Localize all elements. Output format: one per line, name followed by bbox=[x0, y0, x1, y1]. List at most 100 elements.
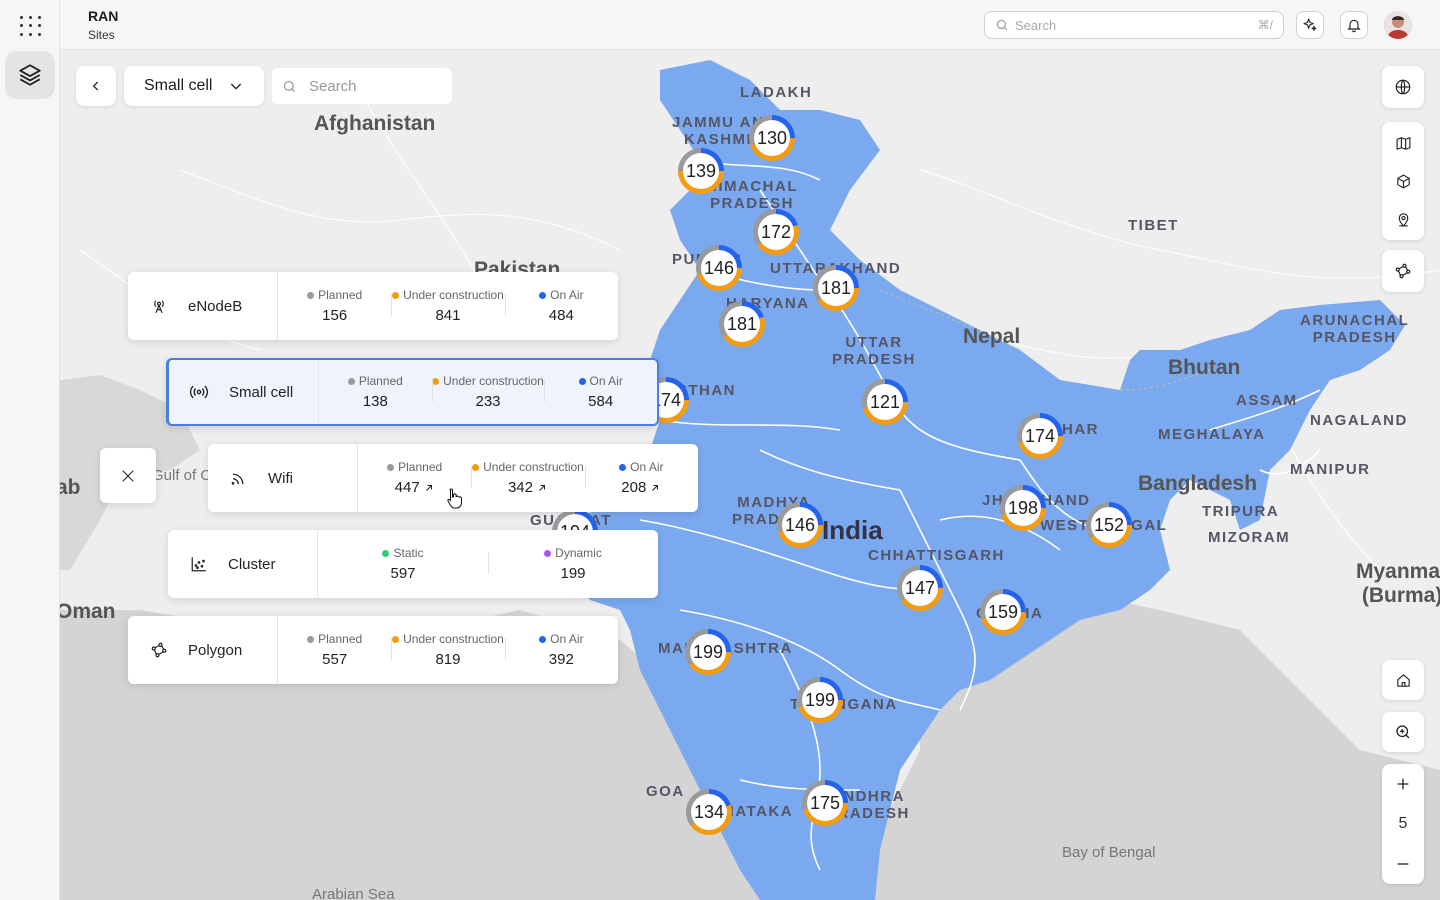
label-tripura: TRIPURA bbox=[1202, 503, 1280, 520]
label-meghalaya: MEGHALAYA bbox=[1158, 426, 1266, 443]
stat-static: Static 597 bbox=[318, 546, 488, 582]
notifications-button[interactable] bbox=[1340, 11, 1368, 39]
stat-planned: Planned 557 bbox=[278, 632, 391, 668]
site-cluster-marker[interactable]: 199 bbox=[797, 677, 843, 723]
stat-on-air: On Air 392 bbox=[504, 632, 618, 668]
global-search-placeholder: Search bbox=[1015, 17, 1057, 33]
layer-card-small-cell[interactable]: Small cell Planned 138 Under construction… bbox=[166, 358, 659, 426]
zoom-controls: 5 bbox=[1382, 764, 1424, 884]
home-control[interactable] bbox=[1382, 660, 1424, 700]
site-cluster-marker[interactable]: 130 bbox=[749, 115, 795, 161]
stat-on-air: On Air 484 bbox=[504, 288, 618, 324]
apps-grid-icon[interactable] bbox=[16, 12, 44, 40]
label-manipur: MANIPUR bbox=[1290, 461, 1371, 478]
zoom-level: 5 bbox=[1398, 815, 1408, 832]
chevron-left-icon bbox=[92, 81, 99, 91]
site-cluster-marker[interactable]: 159 bbox=[980, 589, 1026, 635]
marker-count: 121 bbox=[867, 384, 903, 420]
layer-card-head: Polygon bbox=[128, 616, 278, 684]
label-nagaland: NAGALAND bbox=[1310, 412, 1408, 429]
site-cluster-marker[interactable]: 121 bbox=[862, 379, 908, 425]
marker-count: 146 bbox=[701, 250, 737, 286]
layers-icon[interactable] bbox=[5, 51, 55, 99]
marker-count: 199 bbox=[690, 634, 726, 670]
top-bar: RAN Sites Search ⌘/ bbox=[60, 0, 1440, 50]
layer-type-select[interactable]: Small cell bbox=[124, 66, 264, 106]
marker-count: 199 bbox=[802, 682, 838, 718]
site-cluster-marker[interactable]: 175 bbox=[802, 780, 848, 826]
user-avatar[interactable] bbox=[1384, 11, 1412, 39]
app-title: RAN bbox=[88, 8, 119, 24]
marker-count: 181 bbox=[818, 270, 854, 306]
site-cluster-marker[interactable]: 181 bbox=[813, 265, 859, 311]
label-arabian-sea: Arabian Sea bbox=[312, 886, 395, 900]
stat-on-air[interactable]: On Air 208 bbox=[584, 460, 698, 496]
label-goa: GOA bbox=[646, 783, 685, 800]
marker-count: 147 bbox=[902, 570, 938, 606]
marker-count: 152 bbox=[1091, 507, 1127, 543]
ai-sparkle-button[interactable] bbox=[1296, 11, 1324, 39]
site-cluster-marker[interactable]: 146 bbox=[696, 245, 742, 291]
marker-count: 134 bbox=[691, 794, 727, 830]
stat-under-construction: Under construction 841 bbox=[391, 288, 504, 324]
layer-card-polygon[interactable]: Polygon Planned 557 Under construction 819… bbox=[128, 616, 618, 684]
label-nepal: Nepal bbox=[963, 325, 1021, 348]
site-cluster-marker[interactable]: 134 bbox=[686, 789, 732, 835]
polygon-draw-icon[interactable] bbox=[1382, 250, 1424, 292]
map-search-placeholder: Search bbox=[309, 77, 357, 95]
site-cluster-marker[interactable]: 172 bbox=[753, 209, 799, 255]
site-cluster-marker[interactable]: 174 bbox=[1017, 413, 1063, 459]
label-bay-of-bengal: Bay of Bengal bbox=[1062, 844, 1156, 861]
layer-card-enodeb[interactable]: eNodeB Planned 156 Under construction 841 … bbox=[128, 272, 618, 340]
site-cluster-marker[interactable]: 152 bbox=[1086, 502, 1132, 548]
zoom-in-button[interactable] bbox=[1382, 764, 1424, 804]
globe-control[interactable] bbox=[1382, 66, 1424, 108]
label-tibet: TIBET bbox=[1128, 217, 1179, 234]
search-shortcut: ⌘/ bbox=[1257, 18, 1273, 32]
site-cluster-marker[interactable]: 198 bbox=[1000, 485, 1046, 531]
layer-card-head: eNodeB bbox=[128, 272, 278, 340]
search-icon bbox=[996, 19, 1008, 31]
polygon-tool-control[interactable] bbox=[1382, 250, 1424, 292]
label-assam: ASSAM bbox=[1236, 392, 1298, 409]
site-cluster-marker[interactable]: 146 bbox=[777, 502, 823, 548]
site-cluster-marker[interactable]: 199 bbox=[685, 629, 731, 675]
zoom-to-fit-control[interactable] bbox=[1382, 712, 1424, 752]
arrow-up-right-icon bbox=[539, 484, 545, 491]
layer-card-head: Cluster bbox=[168, 530, 318, 598]
location-pin-icon[interactable] bbox=[1382, 200, 1424, 238]
zoom-out-button[interactable] bbox=[1382, 844, 1424, 884]
bell-icon bbox=[1347, 19, 1361, 33]
hand-cursor-icon bbox=[446, 487, 464, 514]
scatter-icon bbox=[191, 557, 206, 572]
marker-count: 181 bbox=[724, 306, 760, 342]
globe-icon[interactable] bbox=[1382, 66, 1424, 108]
layer-card-cluster[interactable]: Cluster Static 597 Dynamic 199 bbox=[168, 530, 658, 598]
cube-icon[interactable] bbox=[1382, 162, 1424, 200]
label-bhutan: Bhutan bbox=[1168, 356, 1241, 379]
global-search-input[interactable]: Search ⌘/ bbox=[984, 11, 1284, 39]
arrow-up-right-icon bbox=[652, 484, 659, 491]
arrow-up-right-icon bbox=[425, 484, 432, 491]
zoom-search-icon[interactable] bbox=[1382, 712, 1424, 752]
site-cluster-marker[interactable]: 139 bbox=[678, 148, 724, 194]
map-search-input[interactable]: Search bbox=[272, 68, 452, 104]
polygon-icon bbox=[151, 642, 167, 658]
close-panel-button[interactable] bbox=[100, 448, 156, 503]
sparkle-icon bbox=[1303, 18, 1317, 31]
marker-count: 139 bbox=[683, 153, 719, 189]
site-cluster-marker[interactable]: 181 bbox=[719, 301, 765, 347]
stat-under-construction[interactable]: Under construction 342 bbox=[471, 460, 584, 496]
stat-planned: Planned 138 bbox=[319, 374, 432, 410]
label-oman: Oman bbox=[60, 600, 116, 623]
layer-card-head: Wifi bbox=[208, 444, 358, 512]
label-sea-edge: ab bbox=[60, 476, 81, 499]
layer-name: Wifi bbox=[268, 469, 293, 487]
home-icon[interactable] bbox=[1382, 660, 1424, 700]
site-cluster-marker[interactable]: 147 bbox=[897, 565, 943, 611]
back-button[interactable] bbox=[76, 66, 116, 106]
label-bangladesh: Bangladesh bbox=[1138, 472, 1258, 495]
label-afghanistan: Afghanistan bbox=[314, 112, 436, 135]
map-icon[interactable] bbox=[1382, 124, 1424, 162]
stat-under-construction: Under construction 233 bbox=[431, 374, 545, 410]
